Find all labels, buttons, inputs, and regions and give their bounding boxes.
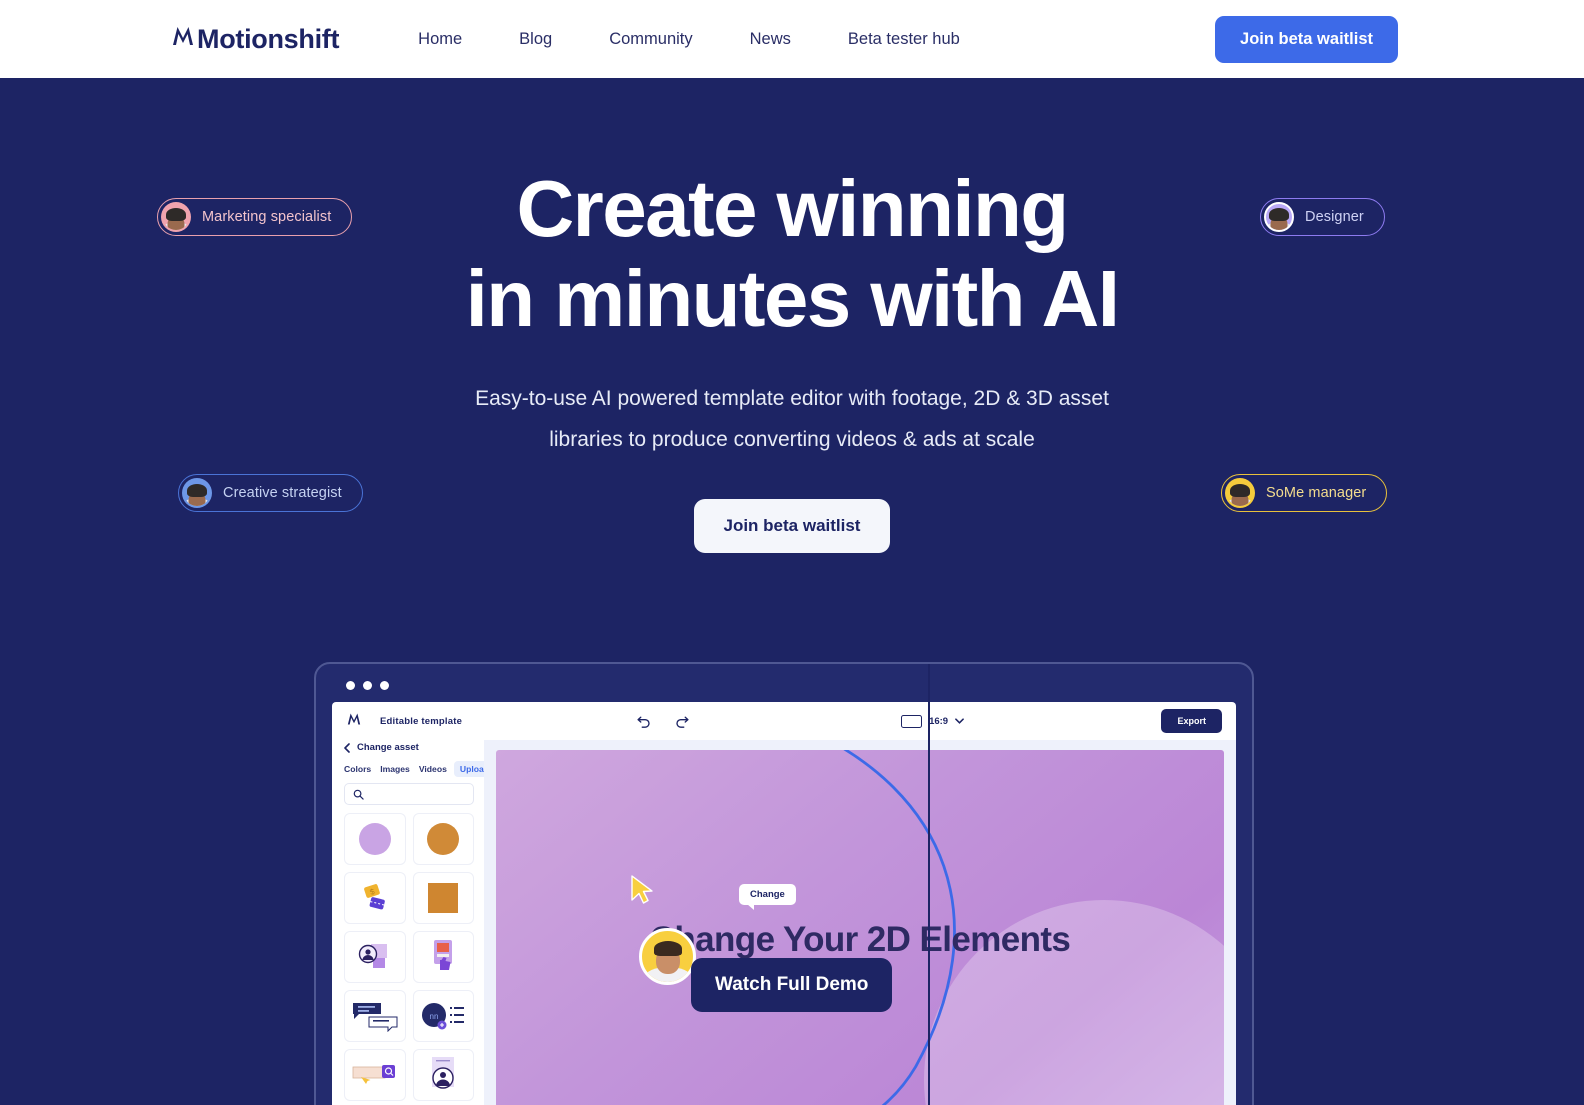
asset-thumbnail[interactable]	[344, 813, 406, 865]
change-asset-back-button[interactable]: Change asset	[344, 742, 474, 753]
tab-images[interactable]: Images	[380, 764, 410, 774]
nav-link-blog[interactable]: Blog	[519, 30, 552, 49]
svg-text:nn: nn	[430, 1012, 439, 1021]
change-asset-label: Change asset	[357, 742, 419, 753]
aspect-ratio-value: 16:9	[929, 715, 949, 727]
asset-thumbnail[interactable]	[412, 813, 474, 865]
video-canvas[interactable]: Change Your 2D Elements Change Watch Ful…	[496, 750, 1224, 1105]
chevron-left-icon	[344, 742, 350, 753]
change-tooltip-chip[interactable]: Change	[739, 884, 796, 910]
window-dot-maximize[interactable]	[380, 681, 389, 690]
tab-videos[interactable]: Videos	[419, 764, 447, 774]
asset-thumbnail[interactable]: nn	[412, 990, 474, 1042]
editor-document-title: Editable template	[380, 715, 463, 727]
editor-body: Change asset Colors Images Videos Upload	[332, 740, 1236, 1105]
avatar	[639, 928, 696, 985]
export-button[interactable]: Export	[1161, 709, 1222, 733]
editor-toolbar: Editable template 16:9 Export	[332, 702, 1236, 740]
asset-thumbnail[interactable]	[344, 1049, 406, 1101]
nav-link-community[interactable]: Community	[609, 30, 692, 49]
nav-link-home[interactable]: Home	[418, 30, 462, 49]
canvas-headline-text[interactable]: Change Your 2D Elements	[650, 920, 1071, 960]
asset-grid: $ nn	[344, 813, 474, 1105]
hero-title-line-1: Create winning	[516, 164, 1070, 253]
aspect-ratio-icon	[901, 714, 923, 728]
window-dot-close[interactable]	[346, 681, 355, 690]
chevron-down-icon	[955, 718, 964, 724]
app-mockup-window: Editable template 16:9 Export Change ass…	[314, 662, 1254, 1105]
asset-thumbnail[interactable]: $	[344, 872, 406, 924]
hero-subtitle-line-1: Easy-to-use AI powered template editor w…	[475, 387, 1109, 411]
hero-title-line-2: in minutes with AI	[465, 253, 1120, 343]
undo-redo-group	[637, 714, 689, 728]
window-dot-minimize[interactable]	[363, 681, 372, 690]
site-logo-text: Motionshift	[197, 23, 340, 54]
asset-thumbnail[interactable]	[412, 931, 474, 983]
search-icon	[353, 789, 364, 800]
hero-section: Marketing specialist Designer Creative s…	[0, 78, 1584, 1105]
undo-icon[interactable]	[637, 714, 652, 728]
asset-thumbnail[interactable]	[412, 1049, 474, 1101]
asset-thumbnail[interactable]	[412, 872, 474, 924]
asset-thumbnail[interactable]	[344, 990, 406, 1042]
top-navigation-bar: Motionshift Home Blog Community News Bet…	[0, 0, 1584, 78]
hero-subtitle-line-2: libraries to produce converting videos &…	[549, 427, 1035, 451]
canvas-area: Change Your 2D Elements Change Watch Ful…	[484, 740, 1236, 1105]
nav-link-beta-tester-hub[interactable]: Beta tester hub	[848, 30, 960, 49]
asset-tabs: Colors Images Videos Upload	[344, 761, 495, 777]
nav-link-news[interactable]: News	[750, 30, 791, 49]
window-controls	[332, 676, 1236, 702]
motionshift-logo-icon	[170, 23, 196, 56]
nav-links: Home Blog Community News Beta tester hub	[418, 30, 960, 49]
hero-content: Create winning in minutes with AI Easy-t…	[0, 78, 1584, 553]
hero-join-beta-waitlist-button[interactable]: Join beta waitlist	[693, 498, 891, 553]
editor-logo-icon	[346, 711, 362, 731]
cursor-arrow-icon	[631, 875, 653, 904]
site-logo[interactable]: Motionshift	[170, 23, 339, 56]
asset-sidebar: Change asset Colors Images Videos Upload	[332, 740, 495, 1105]
watch-full-demo-button[interactable]: Watch Full Demo	[691, 958, 893, 1012]
asset-thumbnail[interactable]	[344, 931, 406, 983]
asset-search-input[interactable]	[344, 783, 474, 805]
redo-icon[interactable]	[674, 714, 689, 728]
editor-app: Editable template 16:9 Export Change ass…	[332, 664, 1236, 1105]
tab-colors[interactable]: Colors	[344, 764, 371, 774]
hero-subtitle: Easy-to-use AI powered template editor w…	[0, 379, 1584, 460]
nav-join-beta-waitlist-button[interactable]: Join beta waitlist	[1215, 15, 1398, 63]
hero-title: Create winning in minutes with AI	[0, 164, 1584, 343]
aspect-ratio-selector[interactable]: 16:9	[901, 714, 964, 728]
